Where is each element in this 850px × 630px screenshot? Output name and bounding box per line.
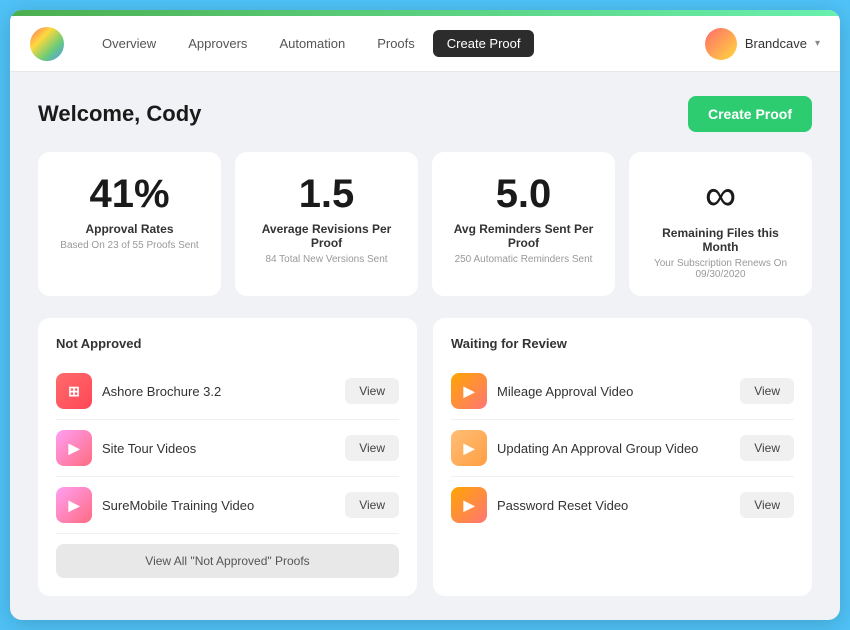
stat-card-reminders: 5.0 Avg Reminders Sent Per Proof 250 Aut… xyxy=(432,152,615,296)
nav-overview[interactable]: Overview xyxy=(88,30,170,57)
chevron-down-icon[interactable]: ▾ xyxy=(815,38,820,49)
stat-sub-reminders: 250 Automatic Reminders Sent xyxy=(450,254,597,265)
welcome-row: Welcome, Cody Create Proof xyxy=(38,96,812,132)
navbar: Overview Approvers Automation Proofs Cre… xyxy=(10,16,840,72)
not-approved-section: Not Approved ⊞ Ashore Brochure 3.2 View … xyxy=(38,318,417,596)
stat-sub-files: Your Subscription Renews On 09/30/2020 xyxy=(647,258,794,280)
main-content: Welcome, Cody Create Proof 41% Approval … xyxy=(10,72,840,620)
stat-card-approval: 41% Approval Rates Based On 23 of 55 Pro… xyxy=(38,152,221,296)
view-button[interactable]: View xyxy=(345,378,399,404)
nav-create-proof[interactable]: Create Proof xyxy=(433,30,535,57)
not-approved-title: Not Approved xyxy=(56,336,399,351)
stat-sub-approval: Based On 23 of 55 Proofs Sent xyxy=(56,240,203,251)
stat-value-files: ∞ xyxy=(647,174,794,218)
nav-proofs[interactable]: Proofs xyxy=(363,30,429,57)
item-name: Password Reset Video xyxy=(497,498,740,513)
item-name: Updating An Approval Group Video xyxy=(497,441,740,456)
item-name: Ashore Brochure 3.2 xyxy=(102,384,345,399)
view-button[interactable]: View xyxy=(740,492,794,518)
view-button[interactable]: View xyxy=(345,435,399,461)
video-icon: ▶ xyxy=(451,373,487,409)
navbar-right: Brandcave ▾ xyxy=(705,28,820,60)
brand-name: Brandcave xyxy=(745,36,807,51)
item-name: Site Tour Videos xyxy=(102,441,345,456)
user-avatar xyxy=(705,28,737,60)
view-button[interactable]: View xyxy=(740,435,794,461)
list-item: ▶ Updating An Approval Group Video View xyxy=(451,420,794,477)
app-window: Overview Approvers Automation Proofs Cre… xyxy=(10,10,840,620)
waiting-review-section: Waiting for Review ▶ Mileage Approval Vi… xyxy=(433,318,812,596)
list-item: ▶ SureMobile Training Video View xyxy=(56,477,399,534)
stat-label-reminders: Avg Reminders Sent Per Proof xyxy=(450,222,597,250)
video-icon: ▶ xyxy=(56,487,92,523)
video-icon: ▶ xyxy=(56,430,92,466)
list-item: ▶ Password Reset Video View xyxy=(451,477,794,533)
stat-label-revisions: Average Revisions Per Proof xyxy=(253,222,400,250)
file-icon: ⊞ xyxy=(56,373,92,409)
waiting-review-title: Waiting for Review xyxy=(451,336,794,351)
stat-card-files: ∞ Remaining Files this Month Your Subscr… xyxy=(629,152,812,296)
video-icon: ▶ xyxy=(451,487,487,523)
logo-icon[interactable] xyxy=(30,27,64,61)
stat-card-revisions: 1.5 Average Revisions Per Proof 84 Total… xyxy=(235,152,418,296)
stat-label-approval: Approval Rates xyxy=(56,222,203,236)
stat-sub-revisions: 84 Total New Versions Sent xyxy=(253,254,400,265)
view-all-not-approved-button[interactable]: View All "Not Approved" Proofs xyxy=(56,544,399,578)
nav-automation[interactable]: Automation xyxy=(265,30,359,57)
stat-label-files: Remaining Files this Month xyxy=(647,226,794,254)
list-item: ▶ Mileage Approval Video View xyxy=(451,363,794,420)
stat-value-approval: 41% xyxy=(56,174,203,214)
view-button[interactable]: View xyxy=(345,492,399,518)
item-name: Mileage Approval Video xyxy=(497,384,740,399)
view-button[interactable]: View xyxy=(740,378,794,404)
stat-value-reminders: 5.0 xyxy=(450,174,597,214)
video-icon: ▶ xyxy=(451,430,487,466)
nav-approvers[interactable]: Approvers xyxy=(174,30,261,57)
bottom-row: Not Approved ⊞ Ashore Brochure 3.2 View … xyxy=(38,318,812,596)
welcome-title: Welcome, Cody xyxy=(38,101,201,127)
stats-row: 41% Approval Rates Based On 23 of 55 Pro… xyxy=(38,152,812,296)
stat-value-revisions: 1.5 xyxy=(253,174,400,214)
list-item: ⊞ Ashore Brochure 3.2 View xyxy=(56,363,399,420)
list-item: ▶ Site Tour Videos View xyxy=(56,420,399,477)
create-proof-button[interactable]: Create Proof xyxy=(688,96,812,132)
nav-links: Overview Approvers Automation Proofs Cre… xyxy=(88,30,705,57)
item-name: SureMobile Training Video xyxy=(102,498,345,513)
